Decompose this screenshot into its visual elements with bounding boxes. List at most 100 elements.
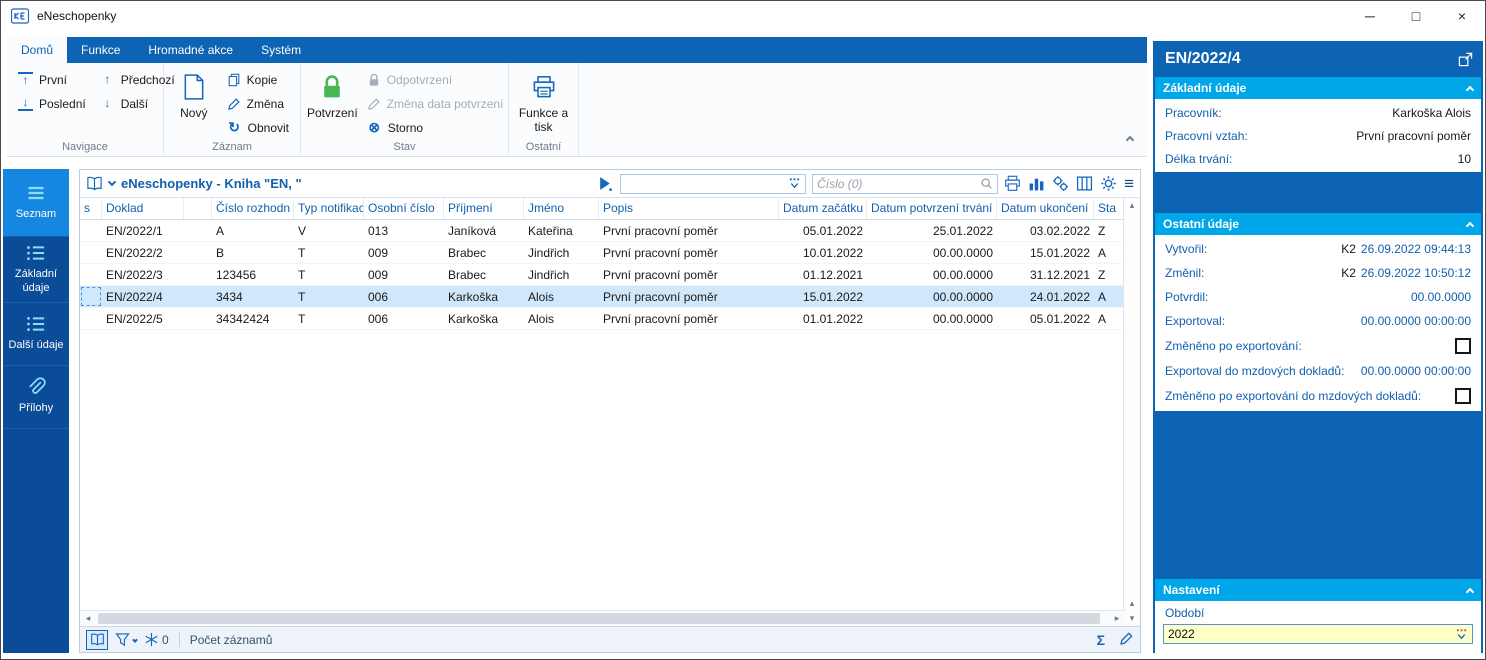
tab-system[interactable]: Systém bbox=[247, 37, 315, 63]
sum-icon[interactable]: Σ bbox=[1097, 632, 1105, 648]
column-header-datum-zacatku[interactable]: Datum začátku bbox=[779, 198, 867, 219]
collapse-icon[interactable] bbox=[1465, 587, 1475, 596]
scroll-up-button[interactable]: ▴ bbox=[1124, 198, 1140, 213]
tab-domu[interactable]: Domů bbox=[7, 37, 68, 63]
cell: EN/2022/2 bbox=[106, 246, 163, 260]
column-header-doklad[interactable]: Doklad bbox=[102, 198, 184, 219]
column-header-stav[interactable]: Sta bbox=[1094, 198, 1124, 219]
filter-combobox[interactable] bbox=[620, 173, 807, 194]
book-icon[interactable] bbox=[86, 175, 103, 192]
column-header-prijmeni[interactable]: Příjmení bbox=[444, 198, 524, 219]
column-header-blank[interactable] bbox=[184, 198, 212, 219]
cell: 00.00.0000 bbox=[932, 290, 993, 304]
scroll-down-button[interactable]: ▾ bbox=[1124, 611, 1140, 626]
column-header-datum-ukonceni[interactable]: Datum ukončení bbox=[997, 198, 1094, 219]
browse-table: eNeschopenky - Kniha "EN, " Číslo (0) ≡ … bbox=[79, 169, 1141, 653]
column-header-cislo-rozhodnuti[interactable]: Číslo rozhodn bbox=[212, 198, 294, 219]
scroll-up-button-2[interactable]: ▴ bbox=[1124, 596, 1140, 611]
sidebar-filler bbox=[3, 429, 69, 654]
table-row[interactable]: EN/2022/1 A V 013 Janíková Kateřina Prvn… bbox=[80, 220, 1124, 242]
scroll-left-button[interactable]: ◂ bbox=[80, 613, 96, 624]
column-header-s[interactable]: s bbox=[80, 198, 102, 219]
more-data-icon bbox=[26, 314, 46, 334]
field-label: Exportoval: bbox=[1165, 314, 1226, 328]
cell: 00.00.0000 bbox=[932, 312, 993, 326]
column-header-jmeno[interactable]: Jméno bbox=[524, 198, 599, 219]
scroll-right-button[interactable]: ▸ bbox=[1109, 613, 1125, 624]
frozen-records-button[interactable]: 0 bbox=[144, 632, 169, 647]
book-toggle-button[interactable] bbox=[86, 629, 108, 650]
search-combobox[interactable]: Číslo (0) bbox=[812, 173, 999, 194]
copy-icon bbox=[227, 73, 241, 87]
hscroll-thumb[interactable] bbox=[98, 613, 1100, 624]
collapse-icon[interactable] bbox=[1465, 85, 1475, 94]
hscroll-track[interactable] bbox=[96, 611, 1109, 626]
functions-print-button[interactable]: Funkce a tisk bbox=[517, 69, 571, 134]
table-row[interactable]: EN/2022/5 34342424 T 006 Karkoška Alois … bbox=[80, 308, 1124, 330]
refresh-button[interactable]: ↻ Obnovit bbox=[222, 117, 294, 138]
menu-icon[interactable]: ≡ bbox=[1124, 175, 1134, 192]
play-icon[interactable] bbox=[597, 175, 614, 192]
confirm-button[interactable]: Potvrzení bbox=[307, 69, 358, 138]
cell: EN/2022/1 bbox=[106, 224, 163, 238]
checkbox-zmeneno-po-exportovani-mzdy[interactable] bbox=[1455, 388, 1471, 404]
new-button[interactable]: Nový bbox=[170, 69, 218, 138]
gear-icon[interactable] bbox=[1100, 175, 1117, 192]
field-label: Vytvořil: bbox=[1165, 242, 1208, 256]
dropdown-icon[interactable] bbox=[1455, 628, 1468, 641]
field-user: K2 bbox=[1341, 266, 1356, 280]
search-icon[interactable] bbox=[980, 177, 993, 190]
sidebar-item-seznam[interactable]: Seznam bbox=[3, 169, 69, 237]
sidebar-item-dalsi-udaje[interactable]: Další údaje bbox=[3, 303, 69, 366]
field-row: Změněno po exportování: bbox=[1155, 333, 1481, 359]
vertical-scrollbar[interactable]: ▴ ▴ ▾ bbox=[1123, 198, 1140, 626]
chevron-up-icon bbox=[1125, 135, 1135, 145]
column-header-typ-notifikace[interactable]: Typ notifikace bbox=[294, 198, 364, 219]
checkbox-zmeneno-po-exportovani[interactable] bbox=[1455, 338, 1471, 354]
period-label: Období bbox=[1165, 606, 1205, 620]
field-row: Exportoval do mzdových dokladů: 00.00.00… bbox=[1155, 359, 1481, 383]
column-header-popis[interactable]: Popis bbox=[599, 198, 779, 219]
app-window: eNeschopenky ─ □ × Domů Funkce Hromadné … bbox=[0, 0, 1486, 660]
table-row-selected[interactable]: EN/2022/4 3434 T 006 Karkoška Alois Prvn… bbox=[80, 286, 1124, 308]
last-button[interactable]: ↓ Poslední bbox=[13, 93, 91, 114]
edit-pencil-icon[interactable] bbox=[1119, 631, 1134, 649]
filter-button[interactable] bbox=[115, 632, 138, 647]
first-button[interactable]: ↑ První bbox=[13, 69, 91, 90]
cell: B bbox=[216, 246, 225, 260]
expand-icon[interactable] bbox=[1458, 52, 1473, 67]
column-header-osobni-cislo[interactable]: Osobní číslo bbox=[364, 198, 444, 219]
gears-icon[interactable] bbox=[1052, 175, 1069, 192]
tab-funkce[interactable]: Funkce bbox=[67, 37, 134, 63]
columns-icon[interactable] bbox=[1076, 175, 1093, 192]
section-header-ostatni[interactable]: Ostatní údaje bbox=[1155, 213, 1481, 235]
ribbon-collapse-button[interactable] bbox=[1125, 132, 1135, 146]
section-header-zakladni[interactable]: Základní údaje bbox=[1155, 77, 1481, 99]
cell: 24.01.2022 bbox=[1029, 290, 1090, 304]
edit-button[interactable]: Změna bbox=[222, 93, 294, 114]
cell bbox=[184, 242, 212, 263]
print-icon[interactable] bbox=[1004, 175, 1021, 192]
pencil-icon bbox=[227, 97, 241, 111]
cell: Karkoška bbox=[448, 312, 499, 326]
table-row[interactable]: EN/2022/2 B T 009 Brabec Jindřich První … bbox=[80, 242, 1124, 264]
chevron-down-icon[interactable] bbox=[107, 177, 117, 187]
cell: Alois bbox=[528, 290, 555, 304]
cancel-button[interactable]: ⊗ Storno bbox=[362, 117, 509, 138]
horizontal-scrollbar[interactable]: ◂ ▸ bbox=[80, 610, 1125, 626]
sidebar-item-label: Přílohy bbox=[18, 402, 54, 415]
period-input[interactable]: 2022 bbox=[1163, 624, 1473, 644]
table-row[interactable]: EN/2022/3 123456 T 009 Brabec Jindřich P… bbox=[80, 264, 1124, 286]
collapse-icon[interactable] bbox=[1465, 221, 1475, 230]
sidebar-item-zakladni-udaje[interactable]: Základní údaje bbox=[3, 237, 69, 303]
copy-button[interactable]: Kopie bbox=[222, 69, 294, 90]
maximize-button[interactable]: □ bbox=[1393, 1, 1439, 31]
close-button[interactable]: × bbox=[1439, 1, 1485, 31]
tab-hromadne-akce[interactable]: Hromadné akce bbox=[134, 37, 247, 63]
sidebar-item-prilohy[interactable]: Přílohy bbox=[3, 366, 69, 429]
column-header-datum-potvrzeni[interactable]: Datum potvrzení trvání bbox=[867, 198, 997, 219]
section-header-nastaveni[interactable]: Nastavení bbox=[1155, 579, 1481, 601]
chart-icon[interactable] bbox=[1028, 175, 1045, 192]
minimize-button[interactable]: ─ bbox=[1347, 1, 1393, 31]
dropdown-icon[interactable] bbox=[788, 177, 801, 190]
